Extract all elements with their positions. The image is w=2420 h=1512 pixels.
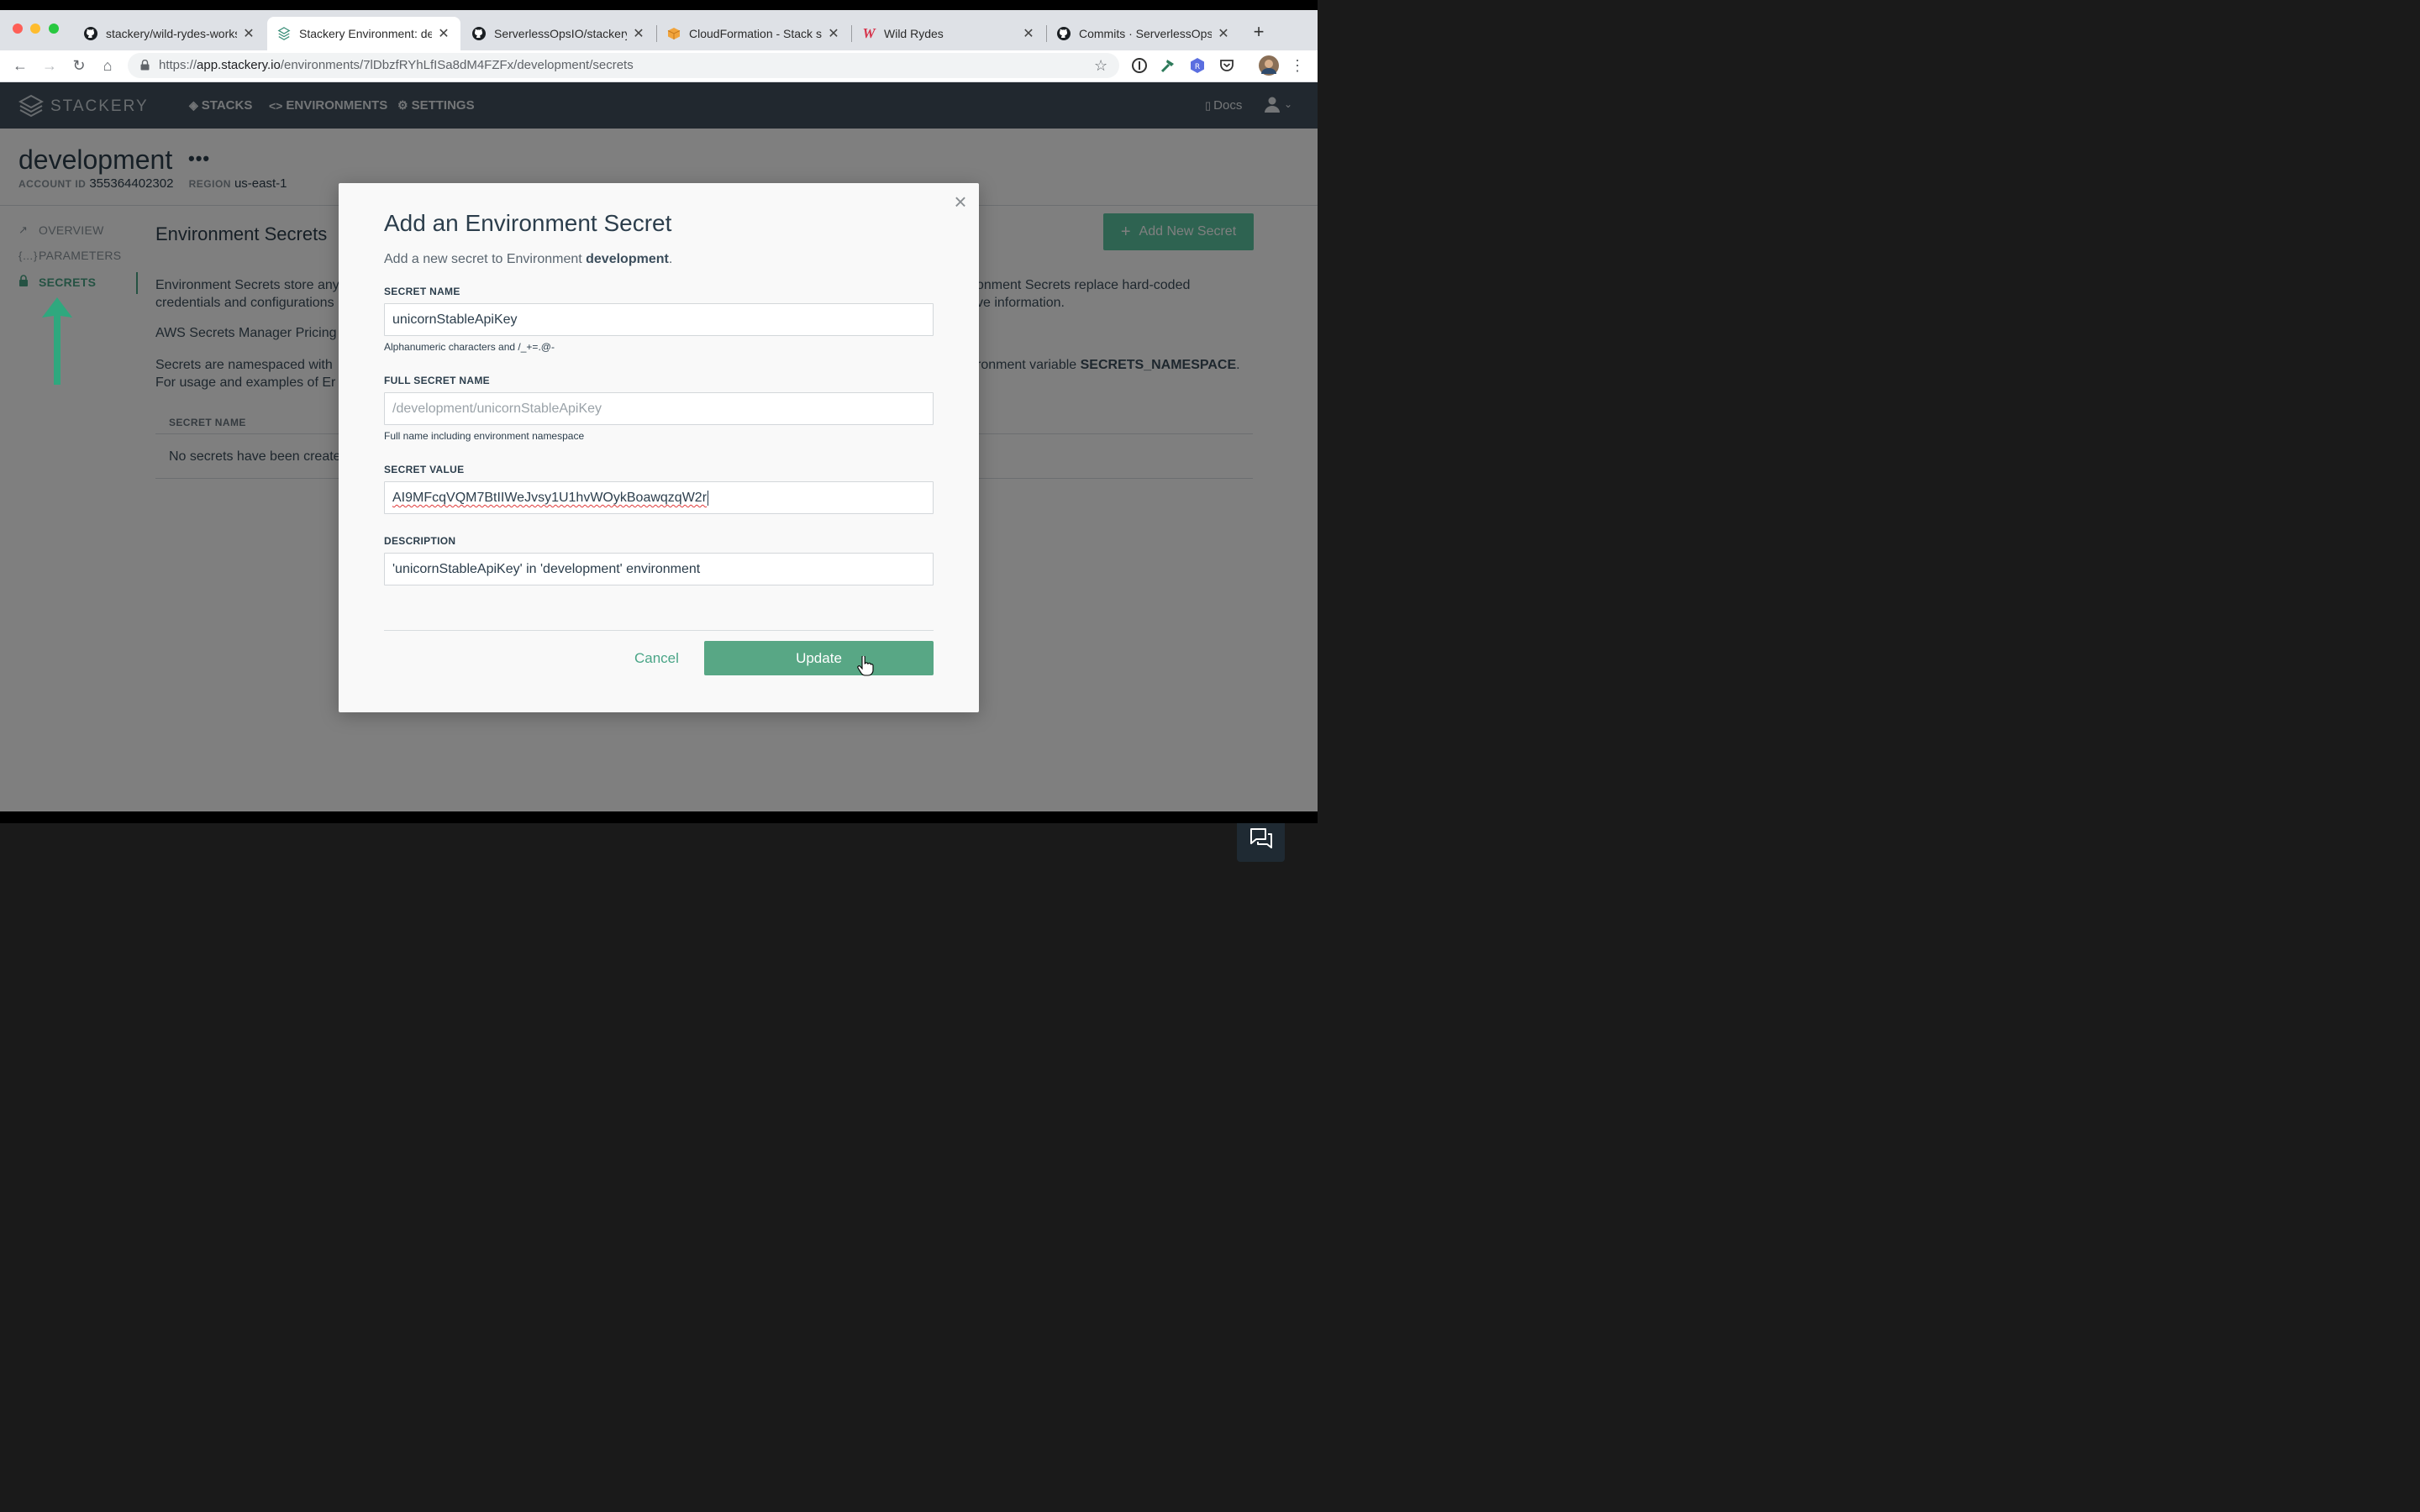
- hand-cursor-icon: [857, 656, 874, 676]
- tab-title: Stackery Environment: dev: [299, 27, 432, 40]
- full-secret-name-field: /development/unicornStableApiKey: [384, 392, 934, 425]
- browser-tab[interactable]: Commits · ServerlessOpsI ✕: [1047, 17, 1240, 50]
- url-path: /environments/7lDbzfRYhLfISa8dM4FZFx/dev…: [280, 58, 634, 72]
- tab-close-icon[interactable]: ✕: [242, 25, 255, 42]
- browser-tab[interactable]: W Wild Rydes ✕: [852, 17, 1045, 50]
- window-bottom-edge: [0, 811, 1318, 823]
- tab-close-icon[interactable]: ✕: [827, 25, 840, 42]
- home-icon[interactable]: ⌂: [98, 56, 117, 75]
- subtitle-env: development: [586, 252, 669, 266]
- close-icon[interactable]: ×: [950, 191, 971, 213]
- wild-rydes-icon: W: [862, 25, 876, 41]
- browser-tab[interactable]: CloudFormation - Stack st ✕: [657, 17, 850, 50]
- window-close-button[interactable]: [13, 24, 23, 34]
- svg-text:R: R: [1195, 63, 1200, 71]
- tab-close-icon[interactable]: ✕: [1217, 25, 1230, 42]
- tab-title: CloudFormation - Stack st: [689, 27, 822, 40]
- tab-title: stackery/wild-rydes-works: [106, 27, 237, 40]
- aws-box-icon: [667, 27, 681, 40]
- browser-menu-icon[interactable]: ⋮: [1288, 56, 1307, 75]
- new-tab-icon[interactable]: +: [1249, 22, 1269, 42]
- tab-close-icon[interactable]: ✕: [632, 25, 645, 42]
- full-secret-name-help: Full name including environment namespac…: [384, 430, 585, 442]
- subtitle-text: .: [668, 252, 673, 266]
- bookmark-star-icon[interactable]: ☆: [1094, 57, 1107, 75]
- window-minimize-button[interactable]: [30, 24, 40, 34]
- secret-value-input[interactable]: AI9MFcqVQM7BtIIWeJvsy1U1hvWOykBoawqzqW2r: [384, 481, 934, 514]
- stackery-page: STACKERY ◈STACKS <>ENVIRONMENTS ⚙SETTING…: [0, 82, 1318, 862]
- update-button[interactable]: Update: [704, 641, 934, 675]
- tab-title: ServerlessOpsIO/stackery: [494, 27, 627, 40]
- description-input[interactable]: 'unicornStableApiKey' in 'development' e…: [384, 553, 934, 585]
- subtitle-text: Add a new secret to Environment: [384, 252, 587, 266]
- browser-tab[interactable]: ServerlessOpsIO/stackery ✕: [462, 17, 655, 50]
- up-arrow-annotation: [42, 297, 72, 385]
- modal-title: Add an Environment Secret: [384, 210, 672, 236]
- secret-name-input[interactable]: unicornStableApiKey: [384, 303, 934, 336]
- modal-footer-divider: [384, 630, 934, 631]
- url-scheme: https://: [159, 58, 197, 72]
- update-label: Update: [796, 649, 842, 666]
- window-top-edge: [0, 0, 1318, 10]
- secret-value-text: AI9MFcqVQM7BtIIWeJvsy1U1hvWOykBoawqzqW2r: [392, 491, 708, 505]
- secret-name-label: SECRET NAME: [384, 286, 460, 297]
- reload-icon[interactable]: ↻: [70, 56, 88, 75]
- pocket-icon[interactable]: [1218, 57, 1235, 74]
- browser-tab[interactable]: stackery/wild-rydes-works ✕: [74, 17, 266, 50]
- secret-value-label: SECRET VALUE: [384, 464, 465, 475]
- onepassword-icon[interactable]: [1131, 57, 1148, 74]
- profile-avatar[interactable]: [1259, 55, 1279, 76]
- github-icon: [84, 27, 97, 40]
- forward-icon[interactable]: →: [40, 56, 59, 75]
- lock-icon: [140, 60, 150, 71]
- github-icon: [472, 27, 486, 40]
- github-icon: [1057, 27, 1071, 40]
- description-label: DESCRIPTION: [384, 535, 456, 547]
- tab-close-icon[interactable]: ✕: [437, 25, 450, 42]
- modal-subtitle: Add a new secret to Environment developm…: [384, 252, 672, 267]
- back-icon[interactable]: ←: [11, 56, 29, 75]
- cancel-button[interactable]: Cancel: [634, 650, 679, 667]
- url-host: app.stackery.io: [197, 58, 281, 72]
- full-secret-name-label: FULL SECRET NAME: [384, 375, 490, 386]
- chat-icon: [1249, 828, 1272, 848]
- secret-name-help: Alphanumeric characters and /_+=.@-: [384, 341, 555, 353]
- url-text[interactable]: https://app.stackery.io/environments/7lD…: [159, 58, 634, 72]
- window-zoom-button[interactable]: [49, 24, 59, 34]
- browser-tab-active[interactable]: Stackery Environment: dev ✕: [267, 17, 460, 50]
- hammer-extension-icon[interactable]: [1160, 57, 1176, 74]
- tab-title: Commits · ServerlessOpsI: [1079, 27, 1212, 40]
- add-secret-modal: × Add an Environment Secret Add a new se…: [339, 183, 979, 712]
- tab-title: Wild Rydes: [884, 27, 944, 40]
- stackery-icon: [277, 27, 291, 40]
- tab-close-icon[interactable]: ✕: [1022, 25, 1035, 42]
- extension-r-icon[interactable]: R: [1189, 57, 1206, 74]
